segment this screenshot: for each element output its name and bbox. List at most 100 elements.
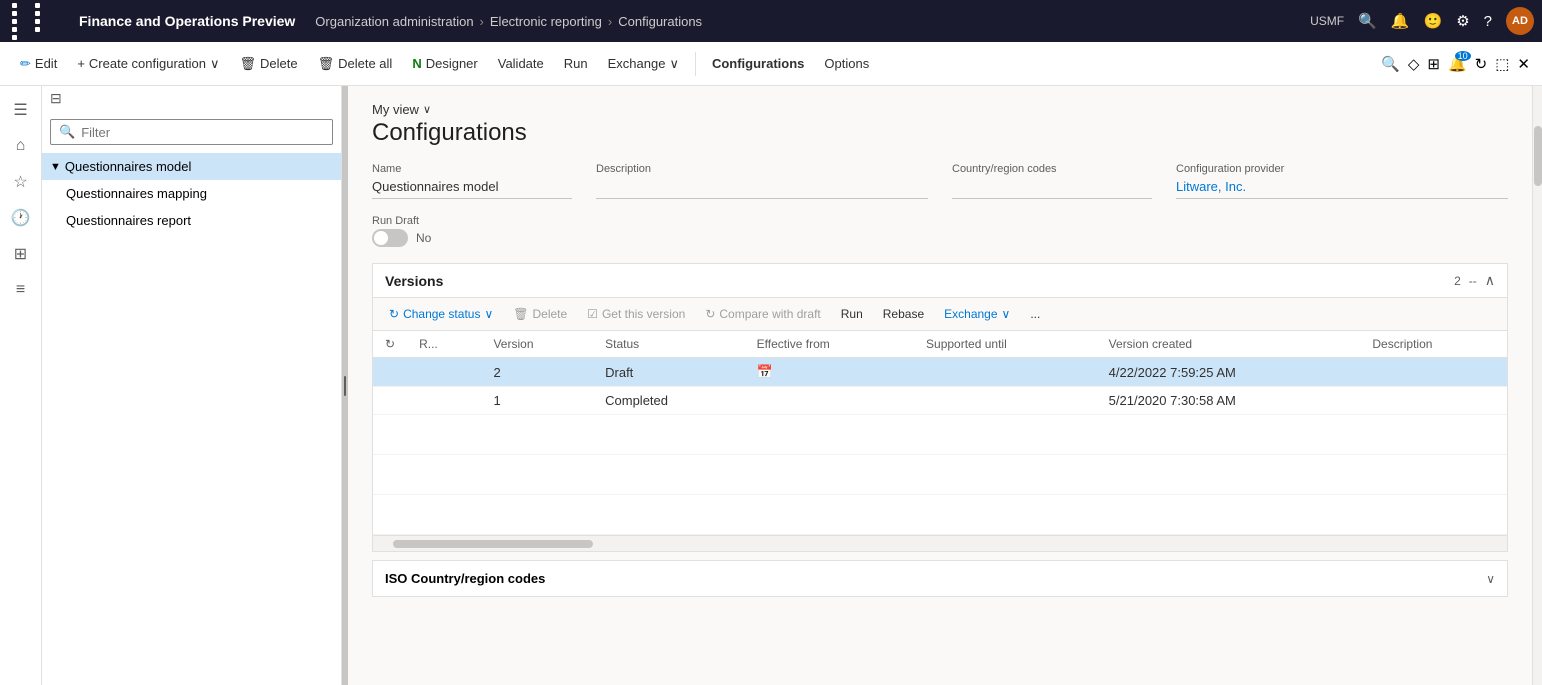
table-row-empty-1 [373,415,1507,455]
table-row[interactable]: 2 Draft 📅 4/22/2022 7:59:25 AM [373,358,1507,387]
popout-icon[interactable]: ⬚ [1495,55,1509,73]
calendar-icon[interactable]: 📅 [757,364,773,379]
run-draft-row: No [372,229,1508,247]
more-button[interactable]: ... [1022,304,1048,324]
versions-section: Versions 2 -- ∧ ↻ Change status ∨ 🗑 Dele… [372,263,1508,552]
run-button[interactable]: Run [556,52,596,75]
create-configuration-button[interactable]: + Create configuration ∨ [69,52,227,76]
scrollbar-thumb[interactable] [393,540,593,548]
row1-sync [373,358,407,387]
toggle-knob [374,231,388,245]
versions-delete-button[interactable]: 🗑 Delete [505,304,575,324]
settings-icon[interactable]: ⚙ [1456,12,1469,30]
iso-header[interactable]: ISO Country/region codes ∨ [373,561,1507,596]
versions-collapse-icon[interactable]: ∧ [1485,272,1495,289]
versions-dash: -- [1469,274,1477,288]
sync-icon: ↻ [385,337,395,351]
breadcrumb-er[interactable]: Electronic reporting [490,14,602,29]
exchange-button[interactable]: Exchange ∨ [600,52,687,76]
tree-item-questionnaires-mapping[interactable]: Questionnaires mapping [42,180,341,207]
run-draft-container: Run Draft No [372,215,1508,247]
tree-item-questionnaires-report[interactable]: Questionnaires report [42,207,341,234]
row1-status: Draft [593,358,745,387]
versions-exchange-button[interactable]: Exchange ∨ [936,304,1018,324]
table-row-empty-2 [373,455,1507,495]
top-nav-icons: USMF 🔍 🔔 🙂 ⚙ ? AD [1310,7,1534,35]
row1-version-created: 4/22/2022 7:59:25 AM [1097,358,1361,387]
sidebar-menu-icon[interactable]: ☰ [5,94,37,126]
horizontal-scrollbar[interactable] [373,535,1507,551]
versions-run-button[interactable]: Run [833,304,871,324]
edit-button[interactable]: ✏ Edit [12,52,65,76]
my-view-selector[interactable]: My view ∨ [372,102,1508,117]
toolbar-separator [695,52,696,76]
breadcrumb-configs[interactable]: Configurations [618,14,702,29]
diamond-icon[interactable]: ◇ [1408,55,1420,73]
row1-supported-until [914,358,1097,387]
row2-supported-until [914,387,1097,415]
help-icon[interactable]: ? [1484,13,1492,30]
badge-icon[interactable]: 🔔10 [1448,55,1467,73]
filter-input[interactable] [81,125,324,140]
row2-description [1360,387,1507,415]
versions-header-row: ↻ R... Version Status Effective from Sup… [373,331,1507,358]
bell-icon[interactable]: 🔔 [1391,12,1410,30]
refresh-icon[interactable]: ↻ [1475,55,1488,73]
table-row-empty-3 [373,495,1507,535]
exchange-ver-chevron: ∨ [1002,307,1011,321]
description-group: Description [596,163,928,199]
breadcrumb-sep-2: › [608,14,612,29]
configurations-button[interactable]: Configurations [704,52,812,75]
col-status: Status [593,331,745,358]
sidebar-workspaces-icon[interactable]: ⊞ [5,238,37,270]
sidebar-modules-icon[interactable]: ≡ [5,274,37,306]
right-scrollbar-thumb[interactable] [1534,126,1542,186]
emoji-icon[interactable]: 🙂 [1424,12,1443,30]
col-version: Version [481,331,593,358]
change-status-button[interactable]: ↻ Change status ∨ [381,304,501,324]
row2-r [407,387,481,415]
change-status-chevron: ∨ [484,307,493,321]
name-group: Name Questionnaires model [372,163,572,199]
sidebar-home-icon[interactable]: ⌂ [5,130,37,162]
breadcrumb: Organization administration › Electronic… [315,14,1302,29]
col-sync: ↻ [373,331,407,358]
main-layout: ☰ ⌂ ☆ 🕐 ⊞ ≡ ⊟ 🔍 ▼ Questionnaires model Q… [0,86,1542,685]
content-panel: My view ∨ Configurations Name Questionna… [348,86,1532,685]
breadcrumb-sep-1: › [480,14,484,29]
expand-icon[interactable]: ⊞ [1427,55,1440,73]
get-version-button[interactable]: ☑ Get this version [579,304,693,324]
create-config-chevron: ∨ [210,56,220,72]
filter-icon[interactable]: ⊟ [50,90,62,107]
tree-items: ▼ Questionnaires model Questionnaires ma… [42,153,341,685]
delete-all-button[interactable]: 🗑 Delete all [310,52,401,76]
validate-button[interactable]: Validate [490,52,552,75]
compare-draft-button[interactable]: ↻ Compare with draft [697,304,828,324]
options-button[interactable]: Options [816,52,877,75]
filter-search-icon: 🔍 [59,124,75,140]
user-avatar[interactable]: AD [1506,7,1534,35]
versions-table-body: 2 Draft 📅 4/22/2022 7:59:25 AM [373,358,1507,535]
top-nav-user: USMF [1310,14,1344,28]
apps-icon[interactable] [8,0,59,44]
designer-button[interactable]: N Designer [404,52,485,75]
page-title: Configurations [372,119,1508,147]
table-row[interactable]: 1 Completed 5/21/2020 7:30:58 AM [373,387,1507,415]
close-icon[interactable]: ✕ [1517,55,1530,73]
right-scrollbar[interactable] [1532,86,1542,685]
versions-table: ↻ R... Version Status Effective from Sup… [373,331,1507,535]
search-toolbar-icon[interactable]: 🔍 [1381,55,1400,73]
row1-version: 2 [481,358,593,387]
delete-button[interactable]: 🗑 Delete [232,52,306,76]
filter-input-wrapper: 🔍 [50,119,333,145]
tree-item-questionnaires-model[interactable]: ▼ Questionnaires model [42,153,341,180]
rebase-button[interactable]: Rebase [875,304,932,324]
search-icon[interactable]: 🔍 [1358,12,1377,30]
sidebar-recent-icon[interactable]: 🕐 [5,202,37,234]
resize-handle[interactable] [342,86,348,685]
sidebar-favorites-icon[interactable]: ☆ [5,166,37,198]
filter-container: 🔍 [42,111,341,153]
run-draft-toggle[interactable] [372,229,408,247]
versions-toolbar: ↻ Change status ∨ 🗑 Delete ☑ Get this ve… [373,298,1507,331]
breadcrumb-org[interactable]: Organization administration [315,14,473,29]
